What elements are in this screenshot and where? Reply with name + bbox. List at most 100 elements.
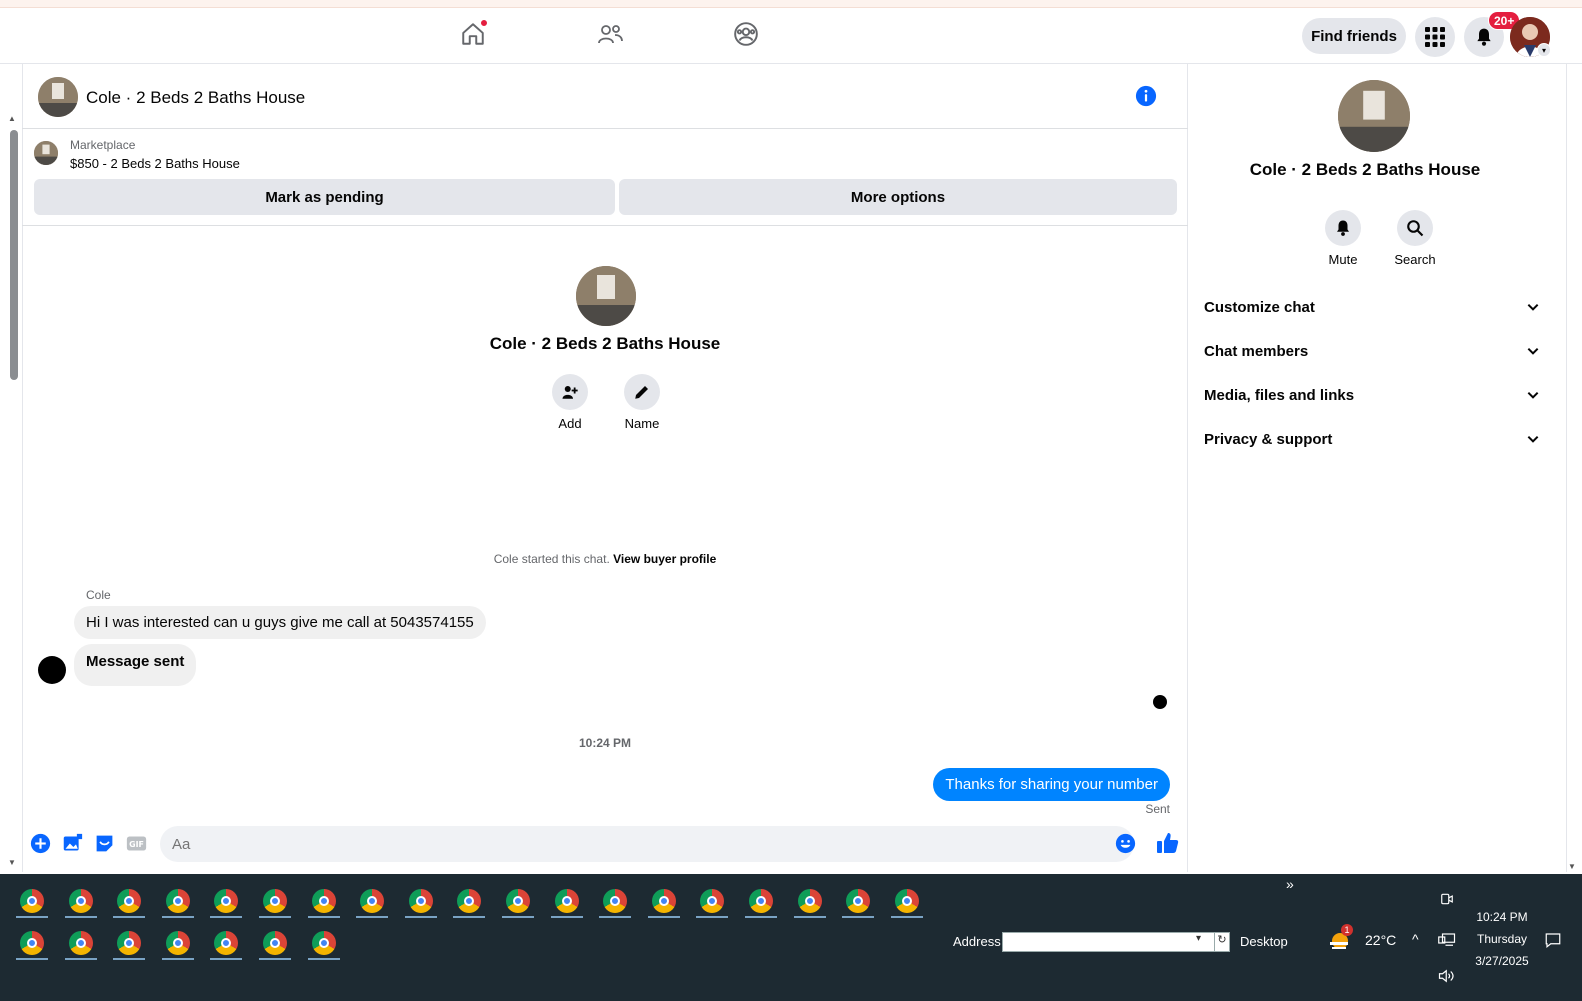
- chat-thumbnail[interactable]: [38, 77, 78, 117]
- attach-photo-button[interactable]: [61, 832, 83, 854]
- house-photo-icon: [1338, 80, 1410, 152]
- view-buyer-profile-link[interactable]: View buyer profile: [613, 552, 716, 566]
- taskbar-chrome-window[interactable]: [161, 928, 194, 960]
- menu-button[interactable]: [1415, 17, 1455, 57]
- taskbar-chrome-window[interactable]: [161, 886, 194, 918]
- find-friends-button[interactable]: Find friends: [1302, 18, 1406, 54]
- taskbar-chrome-window[interactable]: [307, 886, 340, 918]
- emoji-button[interactable]: [1114, 832, 1136, 854]
- taskbar-chrome-window[interactable]: [890, 886, 923, 918]
- clock-date[interactable]: 3/27/2025: [1464, 954, 1540, 968]
- volume-icon[interactable]: [1438, 968, 1456, 989]
- taskbar-chrome-window[interactable]: [599, 886, 632, 918]
- nav-groups-button[interactable]: [724, 14, 768, 54]
- nav-home-button[interactable]: [451, 14, 495, 54]
- search-icon: [1407, 220, 1424, 237]
- friends-icon: [598, 25, 623, 44]
- weather-temperature[interactable]: 22°C: [1365, 932, 1396, 948]
- outgoing-message[interactable]: Thanks for sharing your number: [933, 768, 1170, 801]
- scroll-up-arrow-icon[interactable]: ▲: [8, 114, 16, 123]
- incoming-message[interactable]: Message sent: [74, 644, 197, 686]
- chrome-icon: [68, 931, 93, 955]
- section-label: Media, files and links: [1204, 386, 1355, 404]
- desktop-toolbar-label[interactable]: Desktop: [1240, 934, 1288, 949]
- section-label: Chat members: [1204, 342, 1309, 360]
- taskbar-chrome-window[interactable]: [696, 886, 729, 918]
- chevron-down-icon[interactable]: ▾: [1196, 933, 1201, 944]
- home-notification-dot: [480, 19, 488, 27]
- taskbar-chrome-window[interactable]: [64, 928, 97, 960]
- add-person-icon: [562, 386, 578, 399]
- taskbar-chrome-window[interactable]: [258, 886, 291, 918]
- info-icon: [1135, 85, 1157, 107]
- mute-label: Mute: [1328, 252, 1358, 267]
- listing-title-link[interactable]: $850 - 2 Beds 2 Baths House: [70, 156, 240, 171]
- conversation-info-button[interactable]: [1135, 85, 1157, 112]
- clock-time[interactable]: 10:24 PM: [1464, 910, 1540, 924]
- meet-now-icon[interactable]: [1440, 892, 1454, 911]
- taskbar-chrome-window[interactable]: [16, 886, 48, 918]
- nav-friends-button[interactable]: [588, 14, 632, 54]
- taskbar-chrome-window[interactable]: [647, 886, 680, 918]
- chrome-icon: [651, 889, 676, 913]
- name-label: Name: [624, 416, 660, 431]
- taskbar-chrome-window[interactable]: [453, 886, 486, 918]
- chrome-icon: [408, 889, 433, 913]
- message-input[interactable]: [160, 826, 1060, 862]
- mute-button[interactable]: Mute: [1318, 210, 1368, 267]
- taskbar-chrome-window[interactable]: [16, 928, 48, 960]
- mark-as-pending-button[interactable]: Mark as pending: [34, 179, 615, 215]
- refresh-icon[interactable]: ↻: [1214, 932, 1230, 952]
- chrome-icon: [700, 889, 725, 913]
- taskbar-chrome-window[interactable]: [404, 886, 437, 918]
- edit-name-button[interactable]: Name: [617, 374, 667, 431]
- taskbar-chrome-window[interactable]: [258, 928, 291, 960]
- chrome-icon: [554, 889, 579, 913]
- taskbar-chrome-window[interactable]: [210, 886, 243, 918]
- clock-day[interactable]: Thursday: [1464, 932, 1540, 946]
- chevron-up-icon[interactable]: ^: [1412, 931, 1419, 947]
- media-files-links-section[interactable]: Media, files and links: [1204, 377, 1554, 413]
- sender-avatar[interactable]: [38, 656, 66, 684]
- network-icon[interactable]: [1438, 932, 1456, 953]
- more-options-button[interactable]: More options: [619, 179, 1177, 215]
- incoming-message[interactable]: Hi I was interested can u guys give me c…: [74, 606, 486, 639]
- like-button[interactable]: [1155, 830, 1181, 856]
- search-in-chat-button[interactable]: Search: [1390, 210, 1440, 267]
- chat-members-section[interactable]: Chat members: [1204, 333, 1554, 369]
- taskbar-chrome-window[interactable]: [210, 928, 243, 960]
- taskbar-chrome-window[interactable]: [64, 886, 97, 918]
- listing-thumbnail[interactable]: [34, 141, 58, 165]
- taskbar-chrome-window[interactable]: [744, 886, 777, 918]
- chat-title[interactable]: Cole · 2 Beds 2 Baths House: [86, 88, 305, 108]
- chrome-icon: [748, 889, 773, 913]
- scroll-down-arrow-icon[interactable]: ▼: [8, 858, 16, 867]
- chrome-icon: [214, 931, 239, 955]
- taskbar-chrome-window[interactable]: [793, 886, 826, 918]
- taskbar-chrome-window[interactable]: [113, 928, 146, 960]
- message-composer[interactable]: [160, 826, 1134, 862]
- notification-center-icon[interactable]: [1544, 931, 1562, 954]
- scroll-down-arrow-icon[interactable]: ▼: [1568, 862, 1576, 871]
- taskbar-row-1: [16, 886, 923, 918]
- taskbar-chrome-window[interactable]: [356, 886, 389, 918]
- taskbar-chrome-window[interactable]: [307, 928, 340, 960]
- taskbar-overflow-button[interactable]: »: [1286, 876, 1294, 892]
- privacy-support-section[interactable]: Privacy & support: [1204, 421, 1554, 457]
- started-text: Cole started this chat.: [493, 552, 610, 566]
- side-panel-scrollbar[interactable]: [1566, 64, 1582, 872]
- chevron-down-icon[interactable]: ▾: [1537, 43, 1551, 57]
- taskbar-row-2: [16, 928, 340, 960]
- taskbar-chrome-window[interactable]: [842, 886, 875, 918]
- taskbar-chrome-window[interactable]: [501, 886, 534, 918]
- chrome-icon: [117, 889, 142, 913]
- taskbar-chrome-window[interactable]: [113, 886, 146, 918]
- read-receipt-avatar: [1153, 695, 1167, 709]
- add-people-button[interactable]: Add: [545, 374, 595, 431]
- taskbar-chrome-window[interactable]: [550, 886, 583, 918]
- customize-chat-section[interactable]: Customize chat: [1204, 289, 1554, 325]
- more-actions-button[interactable]: [29, 832, 51, 854]
- gif-button[interactable]: GIF: [125, 832, 147, 854]
- chrome-icon: [311, 889, 336, 913]
- sticker-button[interactable]: [93, 832, 115, 854]
